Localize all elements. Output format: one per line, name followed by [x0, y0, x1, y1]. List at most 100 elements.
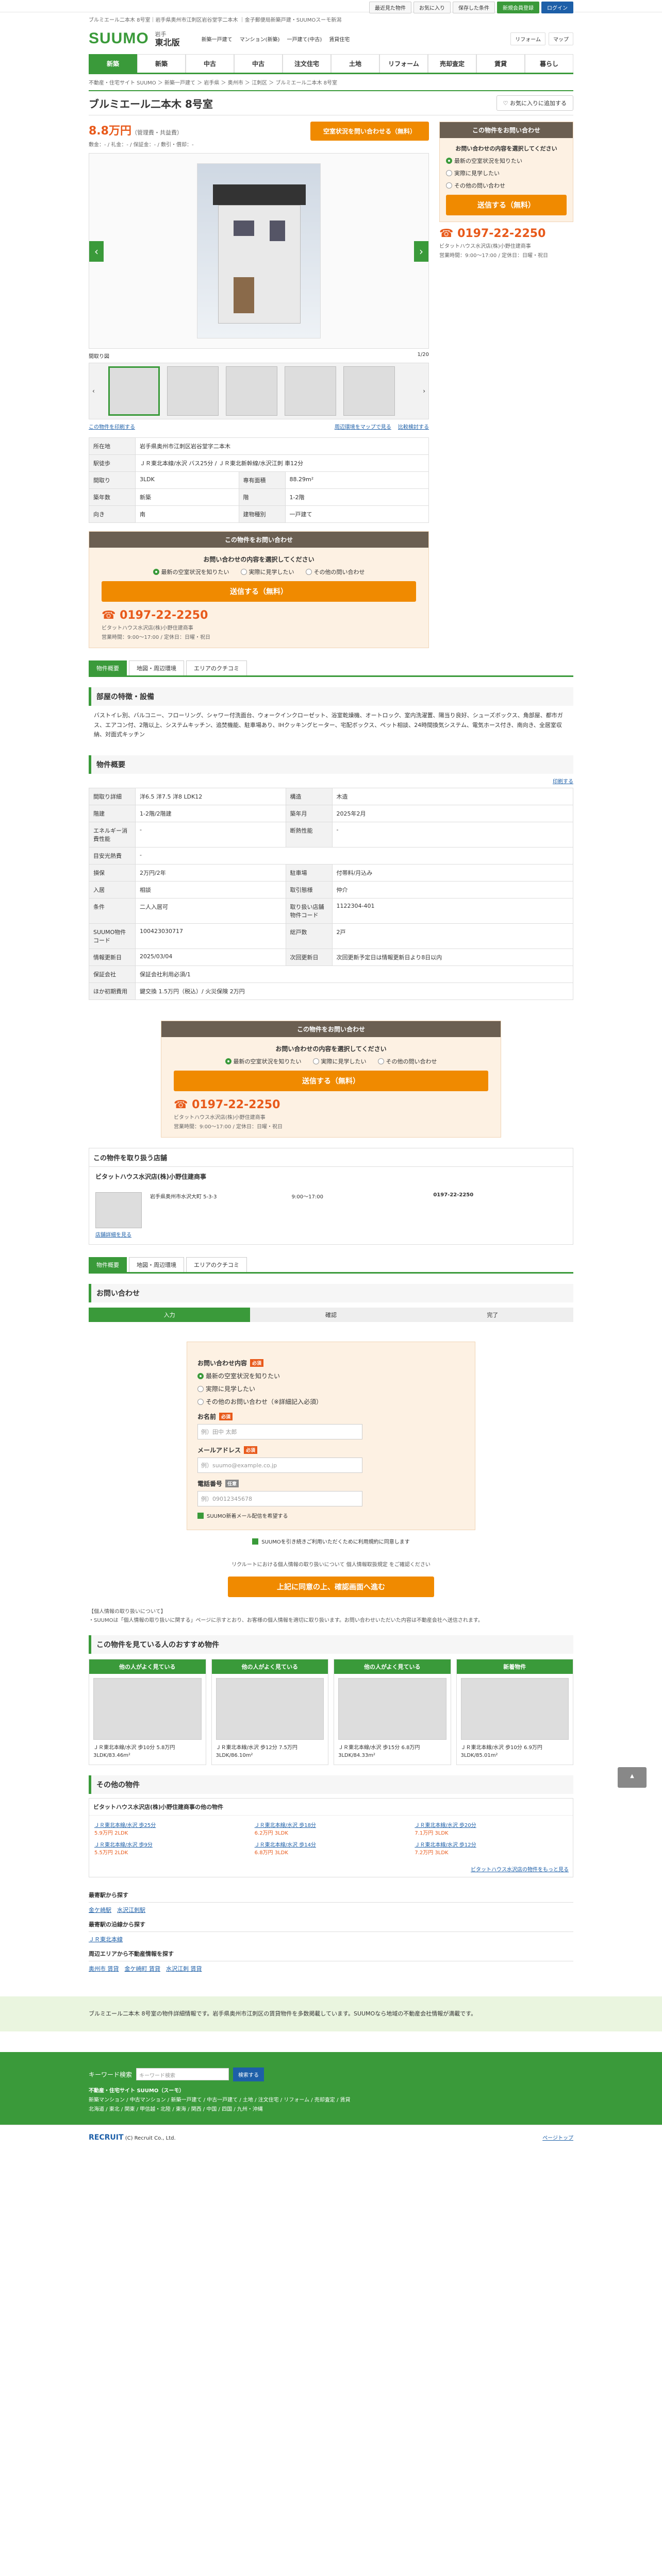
- header-link[interactable]: 一戸建て(中古): [287, 35, 322, 43]
- recommend-card[interactable]: 他の人がよく見ている ＪＲ東北本線/水沢 歩10分 5.8万円 3LDK/83.4…: [89, 1659, 206, 1766]
- tab-map[interactable]: 地図・周辺環境: [129, 660, 184, 675]
- line-link[interactable]: ＪＲ東北本線: [89, 1936, 123, 1943]
- radio-other[interactable]: その他の問い合わせ: [377, 1057, 437, 1065]
- tab-overview[interactable]: 物件概要: [89, 1257, 127, 1273]
- next-photo-button[interactable]: ›: [414, 241, 428, 262]
- favorite-button[interactable]: お気に入り: [413, 2, 451, 13]
- side-radio-vacancy[interactable]: 最新の空室状況を知りたい: [446, 157, 522, 165]
- prev-photo-button[interactable]: ‹: [89, 241, 104, 262]
- name-input[interactable]: 例）田中 太郎: [197, 1424, 362, 1440]
- other-title[interactable]: ＪＲ東北本線/水沢 歩14分: [255, 1840, 408, 1848]
- nav-item[interactable]: 中古: [186, 54, 234, 73]
- station-link[interactable]: 金ケ崎駅: [89, 1907, 111, 1913]
- tab-reviews[interactable]: エリアのクチコミ: [186, 1257, 247, 1273]
- other-title[interactable]: ＪＲ東北本線/水沢 歩9分: [94, 1840, 247, 1848]
- nav-item[interactable]: 中古: [234, 54, 283, 73]
- side-radio-other[interactable]: その他の問い合わせ: [446, 181, 505, 190]
- thumbnail[interactable]: [225, 366, 277, 416]
- map-link[interactable]: 周辺環境をマップで見る: [335, 425, 391, 430]
- footer-site[interactable]: 不動産・住宅サイト SUUMO（スーモ）: [89, 2087, 573, 2096]
- form-radio-visit[interactable]: 実際に見学したい: [197, 1384, 465, 1393]
- photo-gallery[interactable]: ‹ ›: [89, 153, 429, 349]
- other-item[interactable]: ＪＲ東北本線/水沢 歩18分 6.2万円 3LDK: [255, 1821, 408, 1836]
- mail-opt-checkbox[interactable]: SUUMO新着メール配信を希望する: [197, 1512, 465, 1519]
- radio-other[interactable]: その他の問い合わせ: [305, 568, 365, 576]
- privacy-note[interactable]: リクルートにおける個人情報の取り扱いについて 個人情報取扱規定 をご確認ください: [231, 1561, 431, 1569]
- confirm-button[interactable]: 上記に同意の上、確認画面へ進む: [228, 1577, 434, 1598]
- inquiry-submit-button[interactable]: 送信する（無料）: [174, 1071, 488, 1092]
- nav-item[interactable]: 土地: [331, 54, 379, 73]
- search-button[interactable]: 検索する: [233, 2067, 264, 2081]
- map-badge[interactable]: マップ: [549, 32, 573, 45]
- login-button[interactable]: ログイン: [541, 2, 573, 13]
- radio-vacancy[interactable]: 最新の空室状況を知りたい: [153, 568, 229, 576]
- area-link[interactable]: 金ケ崎町 賃貸: [125, 1965, 161, 1972]
- breadcrumb[interactable]: 不動産・住宅サイト SUUMO ＞ 新築一戸建て ＞ 岩手県 ＞ 奥州市 ＞ 江…: [89, 74, 573, 90]
- saved-cond-button[interactable]: 保存した条件: [453, 2, 495, 13]
- company-name[interactable]: ビタットハウス水沢店(株)小野住建商事: [89, 1167, 573, 1186]
- other-title[interactable]: ＪＲ東北本線/水沢 歩20分: [415, 1821, 568, 1828]
- nav-item[interactable]: 新築: [137, 54, 186, 73]
- recommend-card[interactable]: 他の人がよく見ている ＪＲ東北本線/水沢 歩12分 7.5万円 3LDK/86.1…: [211, 1659, 328, 1766]
- area-link[interactable]: 奥州市 賃貸: [89, 1965, 119, 1972]
- recommend-card[interactable]: 他の人がよく見ている ＪＲ東北本線/水沢 歩15分 6.8万円 3LDK/84.3…: [334, 1659, 451, 1766]
- thumbnail[interactable]: [284, 366, 336, 416]
- overview-print-link[interactable]: 印刷する: [553, 779, 573, 785]
- nav-item[interactable]: 注文住宅: [283, 54, 331, 73]
- inquiry-top-button[interactable]: 空室状況を問い合わせる（無料）: [310, 122, 429, 141]
- form-radio-other[interactable]: その他のお問い合わせ（※詳細記入必須）: [197, 1397, 465, 1406]
- form-radio-vacancy[interactable]: 最新の空室状況を知りたい: [197, 1371, 465, 1380]
- other-item[interactable]: ＪＲ東北本線/水沢 歩25分 5.9万円 2LDK: [94, 1821, 247, 1836]
- footer-region-links[interactable]: 北海道 / 東北 / 関東 / 甲信越・北陸 / 東海 / 関西 / 中国 / …: [89, 2105, 573, 2114]
- nav-item[interactable]: 売却査定: [428, 54, 476, 73]
- header-link[interactable]: マンション(新築): [240, 35, 280, 43]
- footer-links[interactable]: 新築マンション / 中古マンション / 新築一戸建て / 中古一戸建て / 土地…: [89, 2096, 573, 2105]
- other-item[interactable]: ＪＲ東北本線/水沢 歩12分 7.2万円 3LDK: [415, 1840, 568, 1856]
- others-more-link[interactable]: ビタットハウス水沢店の物件をもっと見る: [471, 1867, 569, 1873]
- other-item[interactable]: ＪＲ東北本線/水沢 歩9分 5.5万円 2LDK: [94, 1840, 247, 1856]
- header-link[interactable]: 賃貸住宅: [329, 35, 350, 43]
- inquiry-submit-button[interactable]: 送信する（無料）: [102, 581, 416, 602]
- tel-input[interactable]: 例）09012345678: [197, 1491, 362, 1507]
- recent-button[interactable]: 最近見た物件: [369, 2, 411, 13]
- pagetop-button[interactable]: ▲: [618, 1767, 647, 1788]
- suumo-logo[interactable]: SUUMO: [89, 30, 149, 47]
- thumb-next-icon[interactable]: ›: [423, 387, 425, 395]
- area-link[interactable]: 水沢江刺 賃貸: [166, 1965, 202, 1972]
- print-link[interactable]: この物件を印刷する: [89, 422, 135, 430]
- thumbnail[interactable]: [343, 366, 395, 416]
- compare-link[interactable]: 比較検討する: [398, 425, 429, 430]
- thumbnail[interactable]: [108, 366, 160, 416]
- nav-item[interactable]: リフォーム: [379, 54, 428, 73]
- add-favorite-button[interactable]: ♡ お気に入りに追加する: [496, 95, 573, 111]
- radio-visit[interactable]: 実際に見学したい: [312, 1057, 367, 1065]
- company-detail-link[interactable]: 店舗詳細を見る: [95, 1230, 142, 1238]
- nav-item[interactable]: 賃貸: [476, 54, 525, 73]
- tab-map[interactable]: 地図・周辺環境: [129, 1257, 184, 1273]
- other-title[interactable]: ＪＲ東北本線/水沢 歩25分: [94, 1821, 247, 1828]
- other-title[interactable]: ＪＲ東北本線/水沢 歩12分: [415, 1840, 568, 1848]
- radio-visit[interactable]: 実際に見学したい: [240, 568, 294, 576]
- station-link[interactable]: 水沢江刺駅: [117, 1907, 145, 1913]
- email-input[interactable]: 例）suumo@example.co.jp: [197, 1458, 362, 1473]
- nav-item[interactable]: 新築: [89, 54, 137, 73]
- thumb-prev-icon[interactable]: ‹: [92, 387, 95, 395]
- side-submit-button[interactable]: 送信する（無料）: [446, 195, 567, 215]
- pagetop-link[interactable]: ページトップ: [542, 2133, 573, 2141]
- agree-checkbox[interactable]: SUUMOを引き続きご利用いただくために利用規約に同意します: [252, 1537, 410, 1545]
- nav-item[interactable]: 暮らし: [525, 54, 573, 73]
- tab-overview[interactable]: 物件概要: [89, 660, 127, 675]
- header-link[interactable]: 新築一戸建て: [202, 35, 233, 43]
- register-button[interactable]: 新規会員登録: [497, 2, 539, 13]
- other-item[interactable]: ＪＲ東北本線/水沢 歩14分 6.8万円 3LDK: [255, 1840, 408, 1856]
- other-item[interactable]: ＪＲ東北本線/水沢 歩20分 7.1万円 3LDK: [415, 1821, 568, 1836]
- tab-reviews[interactable]: エリアのクチコミ: [186, 660, 247, 675]
- recommend-card[interactable]: 新着物件 ＪＲ東北本線/水沢 歩10分 6.9万円 3LDK/85.01m²: [456, 1659, 573, 1766]
- radio-vacancy[interactable]: 最新の空室状況を知りたい: [225, 1057, 302, 1065]
- search-input[interactable]: キーワード検索: [136, 2068, 229, 2081]
- reform-badge[interactable]: リフォーム: [510, 32, 545, 45]
- recruit-logo[interactable]: RECRUIT: [89, 2133, 124, 2142]
- thumbnail[interactable]: [167, 366, 219, 416]
- side-radio-visit[interactable]: 実際に見学したい: [446, 169, 500, 177]
- other-title[interactable]: ＪＲ東北本線/水沢 歩18分: [255, 1821, 408, 1828]
